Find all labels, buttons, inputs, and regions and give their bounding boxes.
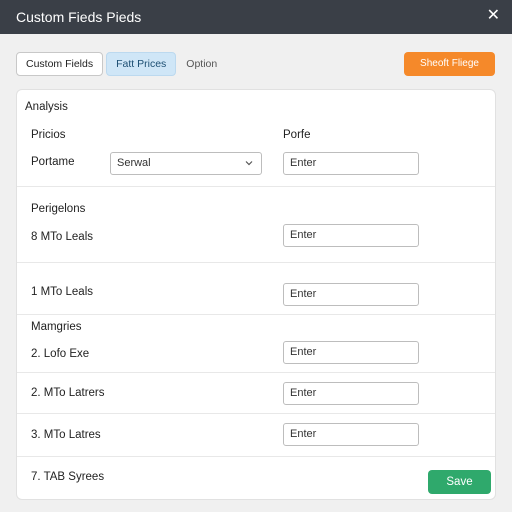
tab-bar: Custom Fields Fatt Prices Option [16,52,227,76]
row-label: 2. Lofo Exe [31,348,90,360]
portame-select-value: Serwal [117,157,151,169]
divider [17,186,495,187]
tab-custom-fields[interactable]: Custom Fields [16,52,104,76]
row-label: 3. MTo Latres [31,429,101,441]
row-label: 1 MTo Leals [31,286,94,298]
row-input[interactable]: Enter [283,341,419,364]
perigelons-title: Perigelons [31,203,86,215]
divider [17,314,495,315]
mamgries-title: Mamgries [31,321,82,333]
fields-panel: Analysis Pricios Porfe Portame Serwal En… [16,89,496,500]
tab-fatt-prices[interactable]: Fatt Prices [106,52,177,76]
portame-select[interactable]: Serwal [110,152,262,175]
header-action-button[interactable]: Sheoft Fliege [404,52,495,76]
porte-label: Porfe [283,129,311,141]
divider [17,372,495,373]
chevron-down-icon [245,161,253,166]
row-input[interactable]: Enter [283,382,419,405]
close-icon[interactable]: ✕ [487,7,500,25]
portame-label: Portame [31,156,75,168]
divider [17,456,495,457]
row-label: 8 MTo Leals [31,231,94,243]
window-title: Custom Fieds Pieds [16,9,142,25]
save-button[interactable]: Save [428,470,491,494]
footer-label: 7. TAB Syrees [31,471,105,483]
tab-option[interactable]: Option [176,52,227,76]
row-label: 2. MTo Latrers [31,387,105,399]
row-input[interactable]: Enter [283,423,419,446]
custom-fields-dialog: Custom Fieds Pieds ✕ Custom Fields Fatt … [0,0,512,512]
section-title-analysis: Analysis [25,101,68,113]
row-input[interactable]: Enter [283,283,419,306]
divider [17,413,495,414]
title-bar: Custom Fieds Pieds ✕ [0,0,512,34]
prices-label: Pricios [31,129,66,141]
divider [17,262,495,263]
row-input[interactable]: Enter [283,224,419,247]
porte-input[interactable]: Enter [283,152,419,175]
